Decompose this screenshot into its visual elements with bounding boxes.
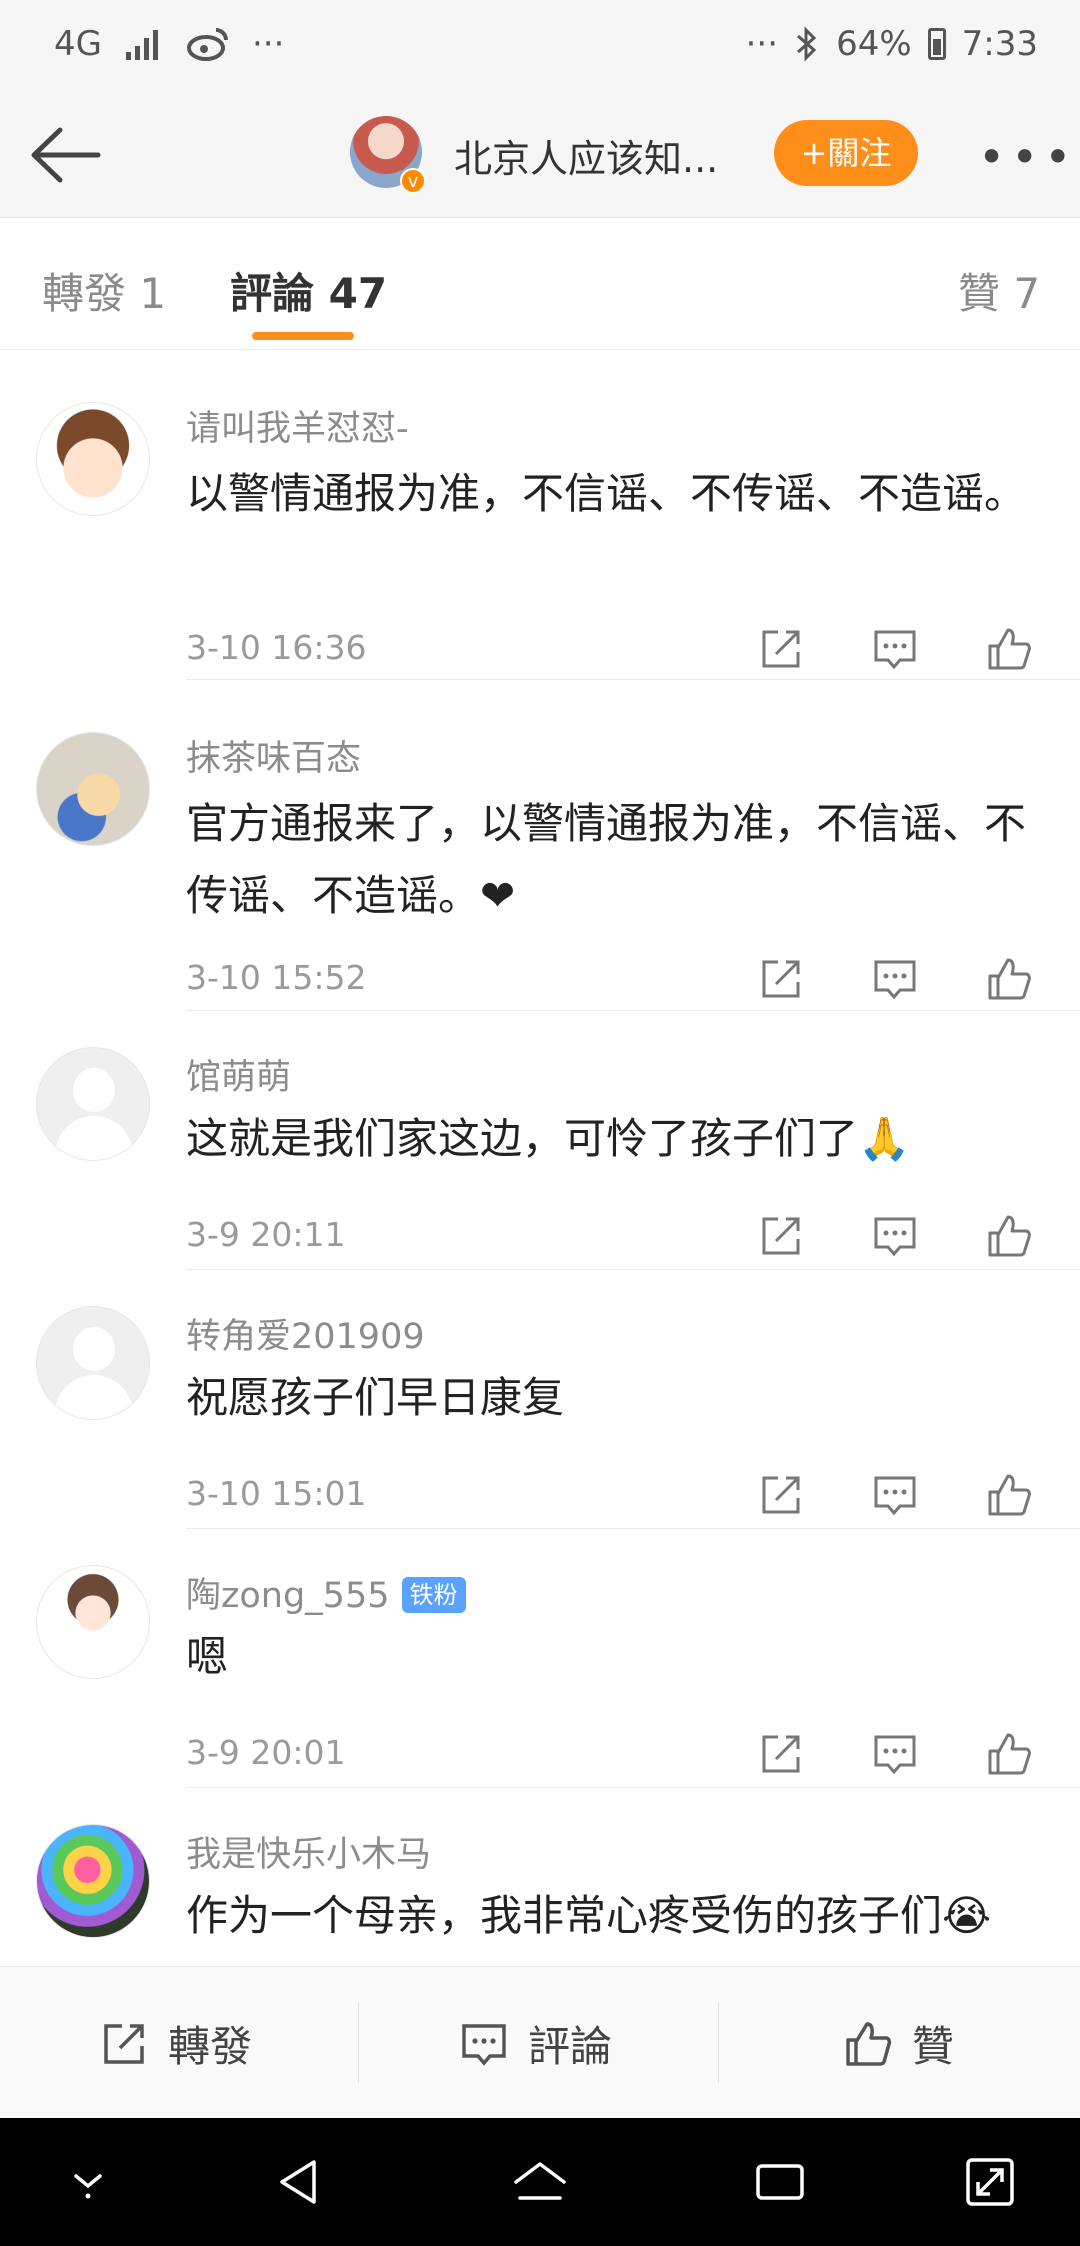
commenter-name-text: 陶zong_555 xyxy=(186,1576,390,1616)
action-separator xyxy=(358,2003,359,2083)
comment-text: 嗯 xyxy=(186,1632,229,1681)
repost-button[interactable]: 轉發 xyxy=(98,2013,252,2074)
back-arrow-icon[interactable] xyxy=(26,120,106,190)
share-icon[interactable] xyxy=(756,954,806,1004)
follow-button[interactable]: +關注 xyxy=(774,120,918,186)
comment-text: 官方通报来了，以警情通报为准，不信谣、不传谣、不造谣。❤ xyxy=(186,799,1027,920)
commenter-name[interactable]: 转角爱201909 xyxy=(186,1308,425,1359)
commenter-avatar[interactable] xyxy=(36,1565,150,1679)
comment-actions xyxy=(756,954,1034,1004)
like-icon[interactable] xyxy=(984,954,1034,1004)
comment-item: 我是快乐小木马 作为一个母亲，我非常心疼受伤的孩子们😭 xyxy=(0,1788,1080,1966)
like-icon[interactable] xyxy=(984,1729,1034,1779)
comment-time: 3-10 15:01 xyxy=(186,1474,367,1513)
comment-time: 3-10 16:36 xyxy=(186,628,367,667)
status-left: 4G ··· xyxy=(54,24,284,64)
author-title[interactable]: 北京人应该知... xyxy=(454,128,718,183)
status-more-left: ··· xyxy=(251,24,285,64)
like-icon[interactable] xyxy=(984,1470,1034,1520)
active-tab-indicator xyxy=(252,332,354,340)
commenter-name[interactable]: 馆萌萌 xyxy=(186,1049,291,1100)
verified-badge-icon: v xyxy=(400,168,426,194)
commenter-name[interactable]: 请叫我羊怼怼- xyxy=(186,400,409,451)
tab-reposts[interactable]: 轉發 1 xyxy=(42,260,166,321)
commenter-name[interactable]: 抹茶味百态 xyxy=(186,730,361,781)
tab-bar: 轉發 1 評論 47 贊 7 xyxy=(0,218,1080,350)
reply-icon[interactable] xyxy=(870,1729,920,1779)
fan-badge: 铁粉 xyxy=(401,1577,466,1613)
comment-list[interactable]: 请叫我羊怼怼- 以警情通报为准，不信谣、不传谣、不造谣。 3-10 16:36 … xyxy=(0,350,1080,1966)
like-icon[interactable] xyxy=(984,1211,1034,1261)
comment-actions xyxy=(756,1211,1034,1261)
status-more-right: ··· xyxy=(745,24,779,64)
comment-actions xyxy=(756,624,1034,674)
clock: 7:33 xyxy=(961,24,1038,64)
comment-item: 抹茶味百态 官方通报来了，以警情通报为准，不信谣、不传谣、不造谣。❤ 3-10 … xyxy=(0,680,1080,1011)
battery-percent: 64% xyxy=(836,24,912,64)
comment-item: 请叫我羊怼怼- 以警情通报为准，不信谣、不传谣、不造谣。 3-10 16:36 xyxy=(0,350,1080,680)
app-header: v 北京人应该知... +關注 ••• xyxy=(0,92,1080,218)
like-button[interactable]: 贊 xyxy=(842,2013,954,2074)
share-icon[interactable] xyxy=(756,624,806,674)
share-icon[interactable] xyxy=(756,1470,806,1520)
thumbs-up-icon xyxy=(846,2021,892,2066)
comment-time: 3-9 20:11 xyxy=(186,1215,346,1254)
comment-text: 这就是我们家这边，可怜了孩子们了🙏 xyxy=(186,1114,911,1163)
share-icon[interactable] xyxy=(756,1729,806,1779)
battery-icon xyxy=(927,28,946,60)
like-label: 贊 xyxy=(912,2022,955,2071)
reply-icon[interactable] xyxy=(870,954,920,1004)
post-action-bar: 轉發 評論 贊 xyxy=(0,1966,1080,2118)
system-nav-bar xyxy=(0,2118,1080,2246)
comment-item: 陶zong_555 铁粉 嗯 3-9 20:01 xyxy=(0,1529,1080,1788)
comment-time: 3-10 15:52 xyxy=(186,958,367,997)
comment-text: 祝愿孩子们早日康复 xyxy=(186,1373,565,1422)
comment-icon xyxy=(462,2023,506,2066)
tab-comments[interactable]: 評論 47 xyxy=(230,260,387,321)
network-indicator: 4G xyxy=(54,24,102,64)
like-icon[interactable] xyxy=(984,624,1034,674)
weibo-icon xyxy=(186,28,228,61)
bluetooth-icon xyxy=(797,26,817,62)
chevron-down-icon[interactable] xyxy=(58,2152,118,2212)
reply-icon[interactable] xyxy=(870,1211,920,1261)
commenter-avatar[interactable] xyxy=(36,1824,150,1938)
comment-actions xyxy=(756,1729,1034,1779)
comment-time: 3-9 20:01 xyxy=(186,1733,346,1772)
commenter-avatar[interactable] xyxy=(36,402,150,516)
commenter-name[interactable]: 陶zong_555 铁粉 xyxy=(186,1567,466,1618)
expand-icon[interactable] xyxy=(960,2152,1020,2212)
commenter-avatar[interactable] xyxy=(36,1306,150,1420)
status-bar: 4G ··· ··· 64% 7:33 xyxy=(0,0,1080,92)
comment-text: 作为一个母亲，我非常心疼受伤的孩子们😭 xyxy=(186,1891,992,1940)
more-options-icon[interactable]: ••• xyxy=(978,130,1077,184)
reply-icon[interactable] xyxy=(870,624,920,674)
comment-button[interactable]: 評論 xyxy=(458,2013,612,2074)
status-right: ··· 64% 7:33 xyxy=(746,24,1038,64)
tab-likes[interactable]: 贊 7 xyxy=(958,260,1040,321)
comment-text: 以警情通报为准，不信谣、不传谣、不造谣。 xyxy=(186,469,1027,518)
home-icon[interactable] xyxy=(510,2152,570,2212)
comment-item: 馆萌萌 这就是我们家这边，可怜了孩子们了🙏 3-9 20:11 xyxy=(0,1011,1080,1270)
back-icon[interactable] xyxy=(270,2152,330,2212)
signal-icon xyxy=(125,30,158,60)
action-separator xyxy=(718,2003,719,2083)
commenter-name[interactable]: 我是快乐小木马 xyxy=(186,1826,431,1877)
commenter-avatar[interactable] xyxy=(36,1047,150,1161)
share-icon[interactable] xyxy=(756,1211,806,1261)
repost-label: 轉發 xyxy=(168,2022,253,2071)
recents-icon[interactable] xyxy=(750,2152,810,2212)
repost-icon xyxy=(104,2023,144,2064)
reply-icon[interactable] xyxy=(870,1470,920,1520)
comment-item: 转角爱201909 祝愿孩子们早日康复 3-10 15:01 xyxy=(0,1270,1080,1529)
commenter-avatar[interactable] xyxy=(36,732,150,846)
comment-actions xyxy=(756,1470,1034,1520)
comment-label: 評論 xyxy=(528,2022,613,2071)
